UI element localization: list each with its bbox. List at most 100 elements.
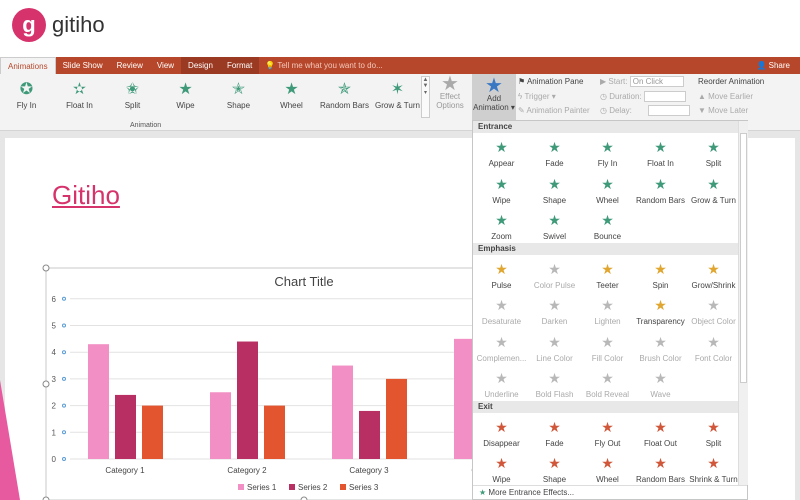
move-later-button[interactable]: ▼ Move Later [698,104,764,119]
effect-item[interactable]: ★ Wheel [581,449,634,486]
star-icon: ★ [495,175,508,192]
effect-item[interactable]: ★ Teeter [581,255,634,292]
gallery-scroll[interactable]: ▲ ▼ ▾ [421,76,430,118]
effect-label: Wipe [492,475,511,484]
effect-item[interactable]: ★ Font Color [687,328,740,365]
star-icon: ★ [601,297,614,313]
effect-item[interactable]: ★ Swivel [528,206,581,243]
duration-field[interactable]: ◷ Duration: [600,90,690,105]
star-icon: ★ [548,175,561,192]
effect-item[interactable]: ★ Appear [475,133,528,170]
share-button[interactable]: 👤 Share [756,57,790,74]
trigger-button[interactable]: ϟ Trigger ▾ [518,90,590,105]
effect-item[interactable]: ★ Darken [528,291,581,328]
effect-item[interactable]: ★ Float Out [634,413,687,450]
effect-label: Swivel [542,232,567,241]
effect-item[interactable]: ★ Shape [528,449,581,486]
effect-label: Fade [545,438,564,448]
bar-series-1 [88,344,109,459]
slide-title[interactable]: Gitiho [52,180,120,211]
more-entrance-effects[interactable]: ★ More Entrance Effects... [473,485,747,499]
duration-input[interactable] [643,90,686,102]
y-tick-label: 4 [52,348,57,357]
effect-item[interactable]: ★ Color Pulse [528,255,581,292]
effect-item[interactable]: ★ Bold Flash [528,364,581,401]
effect-item[interactable]: ★ Line Color [528,328,581,365]
effect-item[interactable]: ★ Zoom [475,206,528,243]
effect-item[interactable]: ★ Bold Reveal [581,364,634,401]
gallery-item[interactable]: ✶ Grow & Turn [371,74,424,120]
effect-item[interactable]: ★ Wheel [581,170,634,207]
legend-label: Series 2 [298,483,328,492]
effect-item[interactable]: ★ Transparency [634,291,687,328]
chart[interactable]: Chart Title 0 1 2 3 4 5 6 Category 1 Category 2 Ca… [0,260,475,500]
tab-slide-show[interactable]: Slide Show [56,57,110,74]
effect-item[interactable]: ★ Fly Out [581,413,634,450]
star-icon: ★ [495,333,508,350]
effect-label: Grow/Shrink [691,280,736,290]
effect-item[interactable]: ★ Spin [634,255,687,292]
animation-gallery: ✪ Fly In ✫ Float In ✬ Split ★ Wipe ✭ Shape ★ Wheel ✯… [0,74,430,120]
effect-item[interactable]: ★ Fade [528,413,581,450]
effect-item[interactable]: ★ Object Color [687,291,740,328]
tab-format[interactable]: Format [219,57,260,74]
effect-options-button[interactable]: ★ Effect Options [432,73,468,110]
gallery-item[interactable]: ✭ Shape [212,74,265,120]
star-icon: ★ [495,297,508,313]
effect-label: Line Color [536,353,573,363]
effect-item[interactable]: ★ Desaturate [475,291,528,328]
animation-painter-button[interactable]: ✎ Animation Painter [518,104,590,119]
star-icon: ★ [441,73,459,95]
effect-item[interactable]: ★ Fade [528,133,581,170]
tell-me-box[interactable]: 💡 Tell me what you want to do... [265,61,382,70]
effect-label: Bold Reveal [585,390,630,399]
gallery-item[interactable]: ✫ Float In [53,74,106,120]
tab-view[interactable]: View [150,57,181,74]
effect-item[interactable]: ★ Wipe [475,449,528,486]
gallery-item[interactable]: ✬ Split [106,74,159,120]
add-animation-button[interactable]: ★ Add Animation ▾ [472,74,516,120]
gallery-item[interactable]: ★ Wheel [265,74,318,120]
gallery-item-label: Grow & Turn [375,101,420,110]
effect-item[interactable]: ★ Pulse [475,255,528,292]
effect-label: Underline [484,390,519,399]
effect-item[interactable]: ★ Wipe [475,170,528,207]
tab-animations[interactable]: Animations [0,57,56,74]
scroll-thumb[interactable] [740,133,747,383]
gallery-item[interactable]: ★ Wipe [159,74,212,120]
tab-design[interactable]: Design [181,57,220,74]
effect-item[interactable]: ★ Grow & Turn [687,170,740,207]
effect-item[interactable]: ★ Disappear [475,413,528,450]
tab-review[interactable]: Review [110,57,150,74]
y-tick-label: 2 [52,402,57,411]
animation-pane-button[interactable]: ⚑ Animation Pane [518,75,590,90]
move-earlier-button[interactable]: ▲ Move Earlier [698,90,764,105]
effect-item[interactable]: ★ Float In [634,133,687,170]
effect-item[interactable]: ★ Grow/Shrink [687,255,740,292]
effect-item[interactable]: ★ Underline [475,364,528,401]
effect-item[interactable]: ★ Lighten [581,291,634,328]
effect-item[interactable]: ★ Split [687,133,740,170]
star-icon: ★ [601,333,614,350]
effect-item[interactable]: ★ Shrink & Turn [687,449,740,486]
chart-title: Chart Title [274,274,333,289]
effect-item[interactable]: ★ Bounce [581,206,634,243]
effect-item[interactable]: ★ Fill Color [581,328,634,365]
effect-item[interactable]: ★ Random Bars [634,449,687,486]
delay-input[interactable] [648,105,691,117]
start-select[interactable]: On Click [629,76,684,88]
delay-field[interactable]: ◷ Delay: [600,104,691,119]
legend-swatch [289,484,295,490]
effect-item[interactable]: ★ Shape [528,170,581,207]
effect-item[interactable]: ★ Split [687,413,740,450]
effect-item[interactable]: ★ Complemen... [475,328,528,365]
effect-item[interactable]: ★ Random Bars [634,170,687,207]
gallery-item[interactable]: ✪ Fly In [0,74,53,120]
effect-item[interactable]: ★ Wave [634,364,687,401]
gallery-item-label: Float In [66,101,93,110]
gallery-item[interactable]: ✯ Random Bars [318,74,371,120]
effect-label: Brush Color [639,353,682,363]
start-field[interactable]: ▶ Start: On Click [600,75,690,90]
effect-item[interactable]: ★ Brush Color [634,328,687,365]
effect-item[interactable]: ★ Fly In [581,133,634,170]
